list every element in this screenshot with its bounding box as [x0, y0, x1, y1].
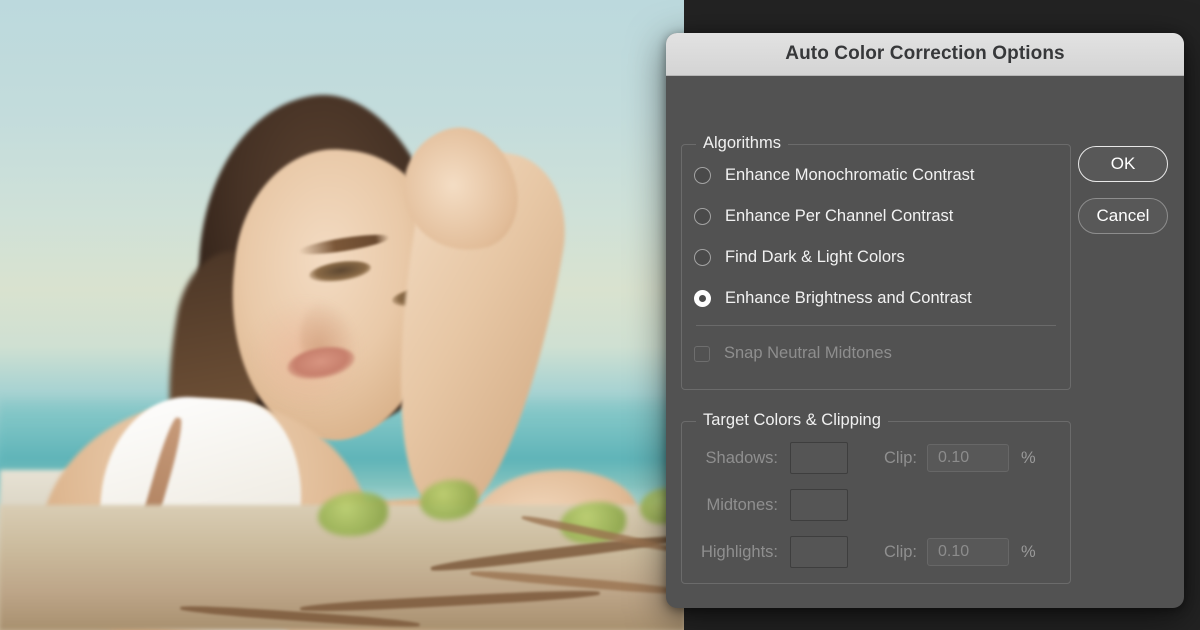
highlights-row: Highlights: Clip: 0.10 %: [682, 536, 1036, 568]
radio-find-dark-and-light-colors[interactable]: [694, 248, 711, 266]
shadows-percent-symbol: %: [1021, 448, 1036, 467]
radio-row-enhance-per-channel-contrast[interactable]: Enhance Per Channel Contrast: [694, 204, 953, 228]
ok-button[interactable]: OK: [1078, 146, 1168, 182]
highlights-percent-symbol: %: [1021, 542, 1036, 561]
midtones-color-swatch[interactable]: [790, 489, 848, 521]
highlights-label: Highlights:: [700, 542, 778, 561]
radio-row-enhance-monochromatic-contrast[interactable]: Enhance Monochromatic Contrast: [694, 163, 974, 187]
snap-neutral-midtones-checkbox[interactable]: [694, 345, 710, 362]
highlights-color-swatch[interactable]: [790, 536, 848, 568]
shadows-row: Shadows: Clip: 0.10 %: [682, 442, 1036, 474]
radio-enhance-brightness-and-contrast[interactable]: [694, 289, 711, 307]
background-photograph: [0, 0, 684, 630]
radio-label-enhance-per-channel-contrast: Enhance Per Channel Contrast: [725, 206, 954, 225]
midtones-row: Midtones:: [682, 489, 848, 521]
auto-color-correction-dialog: Auto Color Correction Options OK Cancel …: [666, 33, 1184, 608]
shadows-clip-label: Clip:: [884, 448, 918, 467]
algorithms-divider: [696, 325, 1056, 326]
highlights-clip-input[interactable]: 0.10: [927, 538, 1010, 566]
midtones-label: Midtones:: [706, 495, 778, 514]
shadows-color-swatch[interactable]: [790, 442, 848, 474]
dialog-titlebar: Auto Color Correction Options: [666, 33, 1184, 76]
target-colors-clipping-group: Target Colors & Clipping Shadows: Clip: …: [681, 411, 1071, 584]
snap-neutral-midtones-row[interactable]: Snap Neutral Midtones: [694, 344, 892, 363]
radio-row-find-dark-and-light-colors[interactable]: Find Dark & Light Colors: [694, 245, 905, 269]
highlights-clip-label: Clip:: [884, 542, 918, 561]
shadows-clip-input[interactable]: 0.10: [927, 444, 1010, 472]
radio-label-enhance-monochromatic-contrast: Enhance Monochromatic Contrast: [725, 165, 975, 184]
radio-label-enhance-brightness-and-contrast: Enhance Brightness and Contrast: [725, 288, 972, 307]
radio-enhance-per-channel-contrast[interactable]: [694, 207, 711, 225]
screen: Auto Color Correction Options OK Cancel …: [0, 0, 1200, 630]
dialog-title: Auto Color Correction Options: [785, 43, 1065, 64]
radio-enhance-monochromatic-contrast[interactable]: [694, 166, 711, 184]
algorithms-legend: Algorithms: [696, 134, 788, 153]
radio-row-enhance-brightness-and-contrast[interactable]: Enhance Brightness and Contrast: [694, 286, 972, 310]
dialog-body: OK Cancel Algorithms Enhance Monochromat…: [666, 76, 1184, 608]
cancel-button[interactable]: Cancel: [1078, 198, 1168, 234]
snap-neutral-midtones-label: Snap Neutral Midtones: [724, 344, 892, 362]
shadows-label: Shadows:: [705, 448, 778, 467]
algorithms-group: Algorithms Enhance Monochromatic Contras…: [681, 134, 1071, 390]
radio-label-find-dark-and-light-colors: Find Dark & Light Colors: [725, 247, 905, 266]
target-colors-legend: Target Colors & Clipping: [696, 411, 888, 430]
